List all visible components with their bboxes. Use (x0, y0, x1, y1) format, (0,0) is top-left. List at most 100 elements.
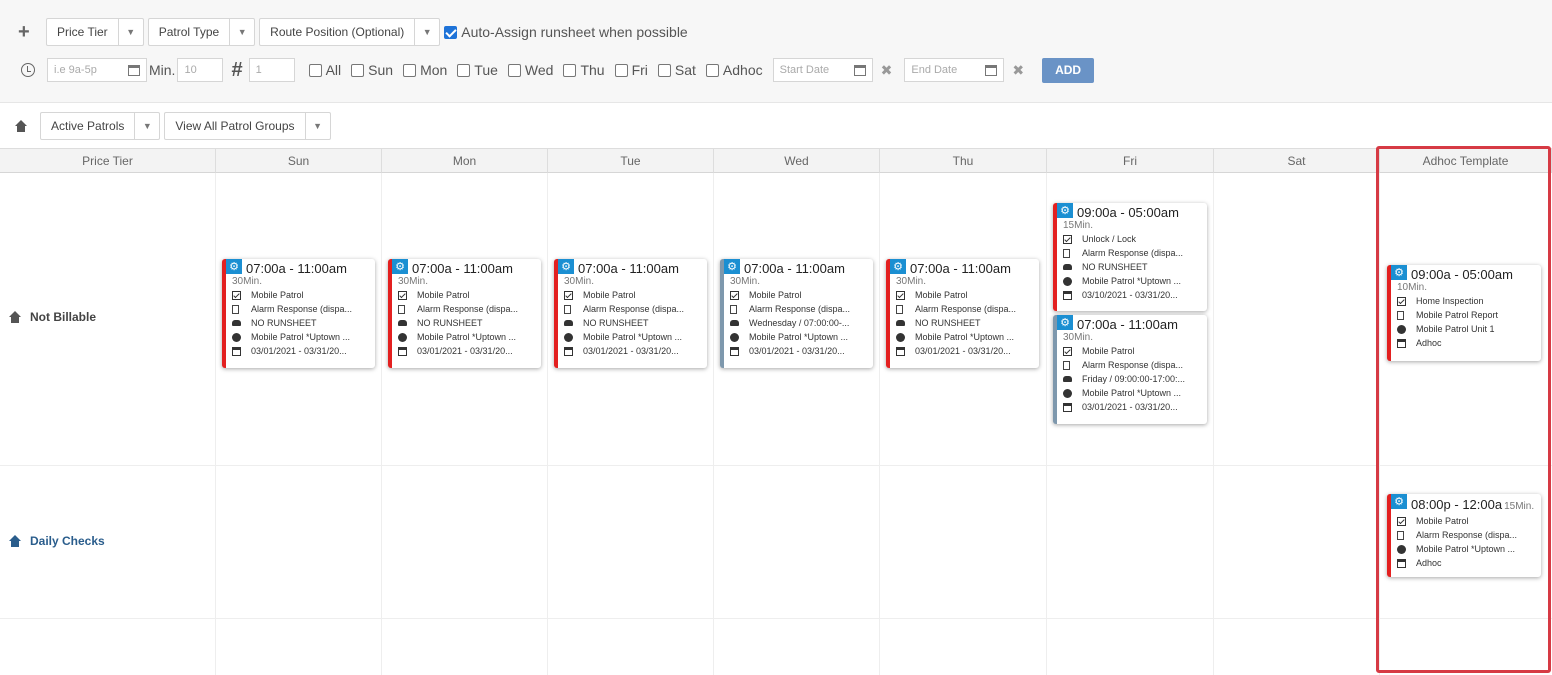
globe-icon (1063, 388, 1072, 398)
column-divider (879, 173, 880, 675)
home-icon[interactable] (14, 120, 28, 132)
patrol-time: 07:00a - 11:00am (412, 261, 513, 276)
patrol-duration: 30Min. (232, 276, 263, 287)
column-divider (547, 173, 548, 675)
gear-icon[interactable]: ⚙ (724, 259, 740, 274)
patrol-time: 07:00a - 11:00am (1077, 317, 1178, 332)
checkbox-icon (507, 63, 521, 77)
checkbox-icon (232, 290, 241, 300)
schedule-grid: Price Tier Sun Mon Tue Wed Thu Fri Sat A… (0, 148, 1552, 675)
day-checkbox-adhoc[interactable]: Adhoc (705, 62, 763, 78)
day-checkbox-thu[interactable]: Thu (563, 62, 605, 78)
globe-icon (564, 332, 573, 342)
patrol-detail-line: Mobile Patrol *Uptown ... (1063, 274, 1201, 288)
start-date-input[interactable]: Start Date (772, 58, 873, 82)
time-range-input[interactable]: i.e 9a-5p (47, 58, 147, 82)
active-patrols-select[interactable]: Active Patrols ▼ (40, 112, 161, 140)
add-button[interactable]: ADD (1042, 57, 1095, 83)
column-header-wed: Wed (714, 148, 880, 173)
gear-icon[interactable]: ⚙ (1391, 265, 1407, 280)
patrol-detail-line: Mobile Patrol *Uptown ... (730, 330, 867, 344)
file-icon (1397, 310, 1404, 320)
minutes-input[interactable]: 10 (177, 58, 224, 82)
patrol-form-row-2: i.e 9a-5p Min. 10 # 1 All Sun Mon Tue We… (18, 56, 1095, 84)
day-checkbox-wed[interactable]: Wed (507, 62, 553, 78)
patrol-card[interactable]: ⚙ 07:00a - 11:00am 30Min. Mobile Patrol Alar… (554, 259, 707, 368)
patrol-card[interactable]: ⚙ 07:00a - 11:00am 30Min. Mobile Patrol Alar… (886, 259, 1039, 368)
calendar-icon (232, 346, 241, 356)
patrol-type-select[interactable]: Patrol Type ▼ (147, 18, 256, 46)
day-checkbox-sat[interactable]: Sat (657, 62, 696, 78)
patrol-card[interactable]: ⚙ 07:00a - 11:00am 30Min. Mobile Patrol Alar… (720, 259, 873, 368)
gear-icon[interactable]: ⚙ (1057, 315, 1073, 330)
checkbox-icon (657, 63, 671, 77)
route-position-select[interactable]: Route Position (Optional) ▼ (259, 18, 441, 46)
gear-icon[interactable]: ⚙ (226, 259, 242, 274)
patrol-time: 07:00a - 11:00am (744, 261, 845, 276)
price-tier-label: Price Tier (47, 19, 119, 45)
patrol-card[interactable]: ⚙ 07:00a - 11:00am 30Min. Mobile Patrol Alar… (388, 259, 541, 368)
clear-start-date-icon[interactable]: ✖ (881, 62, 893, 79)
patrol-detail-line: Mobile Patrol (564, 288, 701, 302)
day-checkbox-mon[interactable]: Mon (403, 62, 447, 78)
patrol-detail-line: Unlock / Lock (1063, 232, 1201, 246)
price-tier-select[interactable]: Price Tier ▼ (46, 18, 144, 46)
patrol-detail-line: Friday / 09:00:00-17:00:... (1063, 372, 1201, 386)
chevron-down-icon: ▼ (142, 121, 152, 131)
day-label: Mon (420, 62, 448, 78)
patrol-duration: 10Min. (1397, 282, 1428, 293)
hash-icon: # (231, 58, 243, 81)
clear-end-date-icon[interactable]: ✖ (1012, 62, 1024, 79)
file-icon (896, 304, 903, 314)
auto-assign-checkbox[interactable]: Auto-Assign runsheet when possible (444, 24, 688, 40)
file-icon (1063, 360, 1070, 370)
file-icon (232, 304, 239, 314)
car-icon (896, 320, 905, 326)
day-label: Sun (368, 62, 394, 78)
globe-icon (730, 332, 739, 342)
patrol-detail-line: 03/10/2021 - 03/31/20... (1063, 288, 1201, 302)
checkbox-icon (1063, 346, 1072, 356)
patrol-detail-text: Alarm Response (dispa... (583, 304, 685, 314)
count-input[interactable]: 1 (248, 58, 295, 82)
patrol-detail-text: Alarm Response (dispa... (1082, 360, 1184, 370)
checkbox-icon (705, 63, 719, 77)
patrol-detail-line: Alarm Response (dispa... (730, 302, 867, 316)
patrol-card[interactable]: ⚙ 09:00a - 05:00am 10Min. Home Inspection Mo… (1387, 265, 1541, 361)
column-header-price-tier: Price Tier (0, 148, 216, 173)
checkbox-icon (563, 63, 577, 77)
patrol-time: 09:00a - 05:00am (1077, 205, 1179, 220)
plus-icon[interactable]: + (18, 21, 46, 44)
patrol-card[interactable]: ⚙ 08:00p - 12:00a 15Min. Mobile Patrol Alarm… (1387, 494, 1541, 577)
patrol-detail-line: 03/01/2021 - 03/31/20... (896, 344, 1033, 358)
patrol-detail-line: Alarm Response (dispa... (232, 302, 369, 316)
patrol-card[interactable]: ⚙ 07:00a - 11:00am 30Min. Mobile Patrol Alar… (222, 259, 375, 368)
gear-icon[interactable]: ⚙ (1057, 203, 1073, 218)
gear-icon[interactable]: ⚙ (890, 259, 906, 274)
home-icon (8, 311, 22, 323)
row-label-not-billable[interactable]: Not Billable (8, 310, 96, 324)
patrol-card[interactable]: ⚙ 07:00a - 11:00am 30Min. Mobile Patrol Alar… (1053, 315, 1207, 424)
patrol-detail-text: Mobile Patrol (915, 290, 968, 300)
patrol-card[interactable]: ⚙ 09:00a - 05:00am 15Min. Unlock / Lock Alar… (1053, 203, 1207, 311)
row-label-daily-checks[interactable]: Daily Checks (8, 534, 105, 548)
day-checkbox-all[interactable]: All (308, 62, 341, 78)
gear-icon[interactable]: ⚙ (1391, 494, 1407, 509)
globe-icon (398, 332, 407, 342)
gear-icon[interactable]: ⚙ (392, 259, 408, 274)
patrol-detail-text: Mobile Patrol (749, 290, 802, 300)
file-icon (564, 304, 571, 314)
day-checkbox-fri[interactable]: Fri (614, 62, 648, 78)
day-checkbox-sun[interactable]: Sun (351, 62, 393, 78)
patrol-detail-text: Mobile Patrol *Uptown ... (749, 332, 849, 342)
patrol-detail-text: NO RUNSHEET (583, 318, 649, 328)
patrol-detail-line: Alarm Response (dispa... (398, 302, 535, 316)
checkbox-icon (614, 63, 628, 77)
min-label: Min. (149, 62, 176, 78)
patrol-detail-line: NO RUNSHEET (1063, 260, 1201, 274)
patrol-groups-select[interactable]: View All Patrol Groups ▼ (164, 112, 331, 140)
end-date-input[interactable]: End Date (904, 58, 1005, 82)
patrol-detail-text: Mobile Patrol *Uptown ... (915, 332, 1015, 342)
day-checkbox-tue[interactable]: Tue (457, 62, 498, 78)
gear-icon[interactable]: ⚙ (558, 259, 574, 274)
